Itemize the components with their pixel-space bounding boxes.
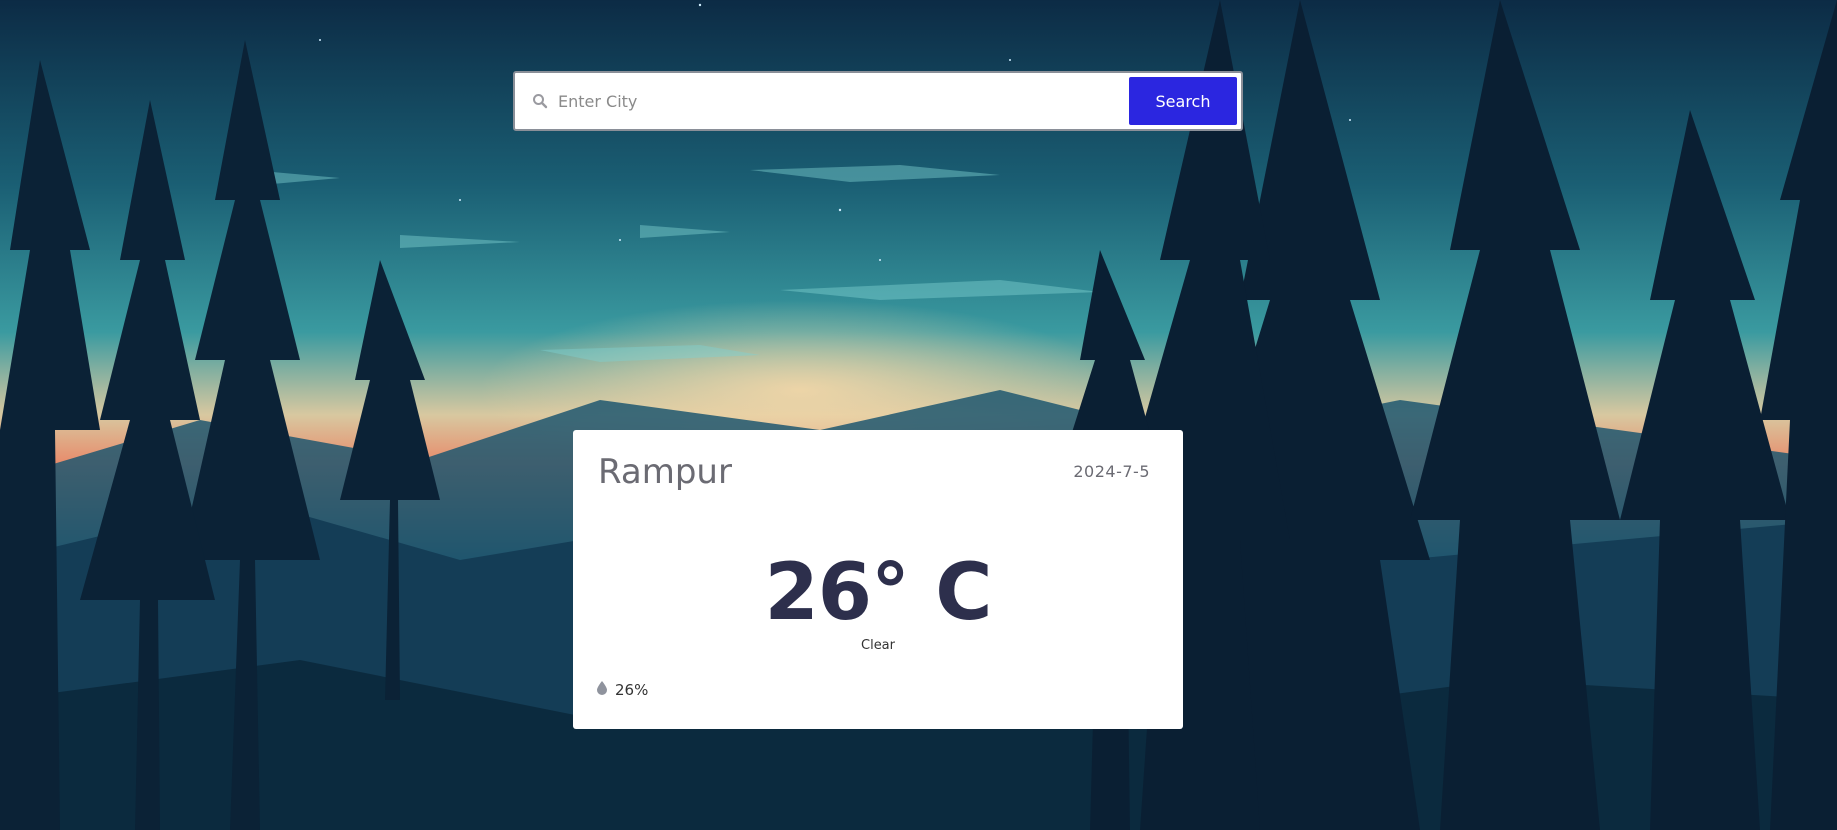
weather-date: 2024-7-5 bbox=[1073, 462, 1150, 481]
water-drop-icon bbox=[597, 680, 607, 699]
weather-condition: Clear bbox=[861, 638, 895, 653]
temperature-row: 26° C bbox=[573, 548, 1183, 638]
search-icon bbox=[528, 89, 552, 113]
humidity-row: 26% bbox=[597, 680, 648, 699]
city-name: Rampur bbox=[598, 452, 732, 492]
temperature-value: 26° C bbox=[764, 548, 993, 638]
weather-card: Rampur 2024-7-5 26° C Clear 26% bbox=[573, 430, 1183, 729]
search-bar: Search bbox=[513, 71, 1243, 131]
humidity-value: 26% bbox=[615, 680, 649, 699]
search-button[interactable]: Search bbox=[1129, 77, 1237, 125]
city-search-input[interactable] bbox=[556, 73, 1129, 129]
